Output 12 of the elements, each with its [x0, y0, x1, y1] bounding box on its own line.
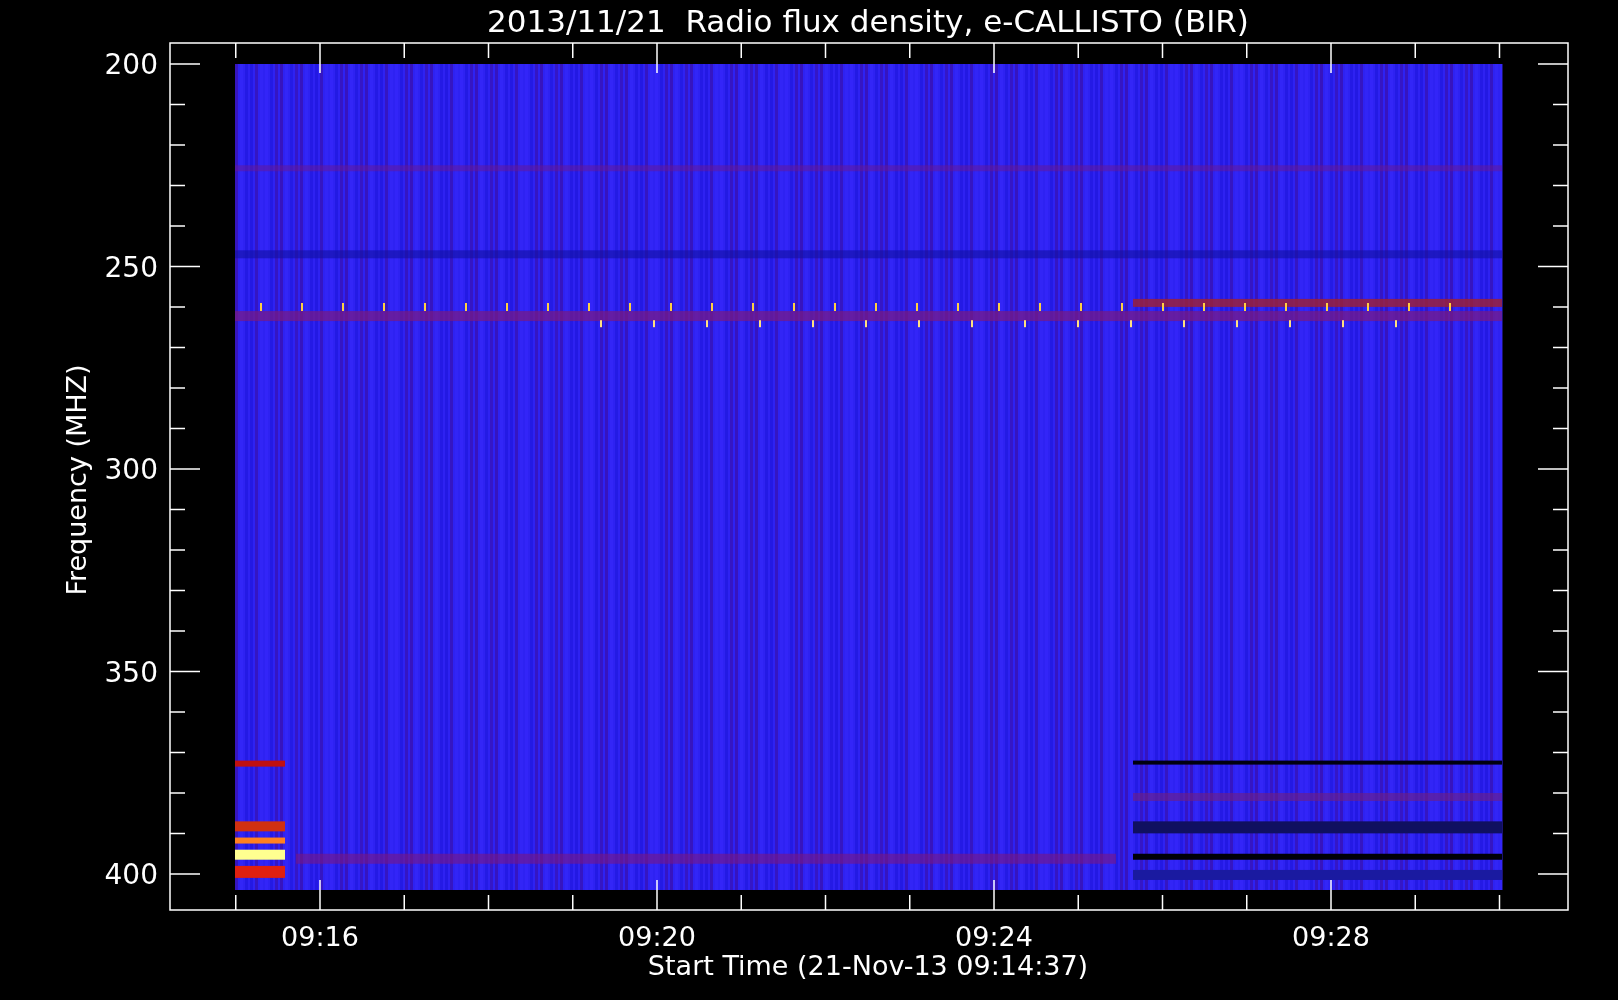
chart-title: 2013/11/21 Radio flux density, e-CALLISTO (BIR): [487, 3, 1249, 39]
y-axis-label: Frequency (MHZ): [61, 364, 92, 596]
y-tick-label: 350: [104, 655, 158, 689]
y-tick-label: 400: [104, 858, 158, 891]
x-axis-label: Start Time (21-Nov-13 09:14:37): [647, 950, 1089, 981]
x-tick-label: 09:28: [1292, 921, 1370, 952]
y-tick-label: 200: [104, 48, 158, 81]
y-tick-label: 300: [104, 453, 158, 486]
y-tick-label: 250: [104, 250, 158, 284]
x-tick-label: 09:16: [281, 921, 359, 952]
x-tick-label: 09:24: [955, 921, 1033, 952]
x-tick-label: 09:20: [618, 921, 696, 952]
